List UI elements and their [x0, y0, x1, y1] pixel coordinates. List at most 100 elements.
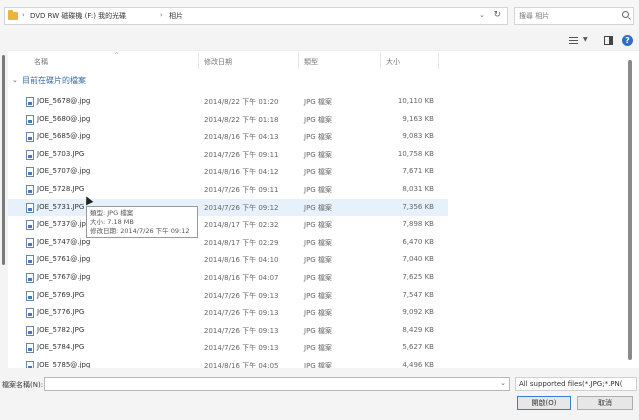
file-size: 7,898 KB [402, 220, 434, 229]
table-row[interactable]: JOE_5678@.jpg 2014/8/22 下午 01:20 JPG 檔案 10,… [8, 93, 448, 111]
tooltip-date: 修改日期: 2014/7/26 下午 09:12 [90, 227, 190, 235]
dialog-footer: 檔案名稱(N): ⌄ All supported files(*.JPG;*.P… [0, 370, 639, 420]
table-row[interactable]: JOE_5728.JPG 2014/7/26 下午 09:11 JPG 檔案 8,03… [8, 181, 448, 199]
image-file-icon [26, 185, 34, 195]
file-date: 2014/8/16 下午 04:13 [204, 133, 279, 142]
folder-icon [8, 10, 18, 20]
filename-label: 檔案名稱(N): [2, 381, 44, 389]
file-type: JPG 檔案 [304, 168, 332, 177]
file-name: JOE_5685@.jpg [37, 132, 91, 141]
file-name: JOE_5737@.jpg [37, 220, 91, 229]
column-date[interactable]: 修改日期 [204, 57, 232, 67]
file-tooltip: 類型: JPG 檔案 大小: 7.18 MB 修改日期: 2014/7/26 下… [86, 206, 198, 238]
file-name: JOE_5728.JPG [37, 185, 85, 193]
chevron-down-icon[interactable]: ⌄ [500, 379, 506, 387]
file-type: JPG 檔案 [304, 115, 332, 124]
sort-up-icon: ^ [114, 52, 120, 59]
table-row[interactable]: JOE_5785@.jpg 2014/8/16 下午 04:05 JPG 檔案 4,4… [8, 357, 448, 368]
file-size: 9,083 KB [402, 132, 434, 141]
column-type[interactable]: 類型 [304, 57, 318, 67]
column-divider[interactable] [198, 53, 199, 69]
open-button[interactable]: 開啟(O) [517, 396, 571, 410]
file-date: 2014/7/26 下午 09:13 [204, 326, 279, 335]
nav-scrollbar[interactable] [2, 55, 5, 265]
table-row[interactable]: JOE_5703.JPG 2014/7/26 下午 09:11 JPG 檔案 10,7… [8, 146, 448, 164]
file-name: JOE_5782.JPG [37, 325, 85, 334]
file-size: 10,758 KB [397, 149, 434, 158]
table-row[interactable]: JOE_5769.JPG 2014/7/26 下午 09:13 JPG 檔案 7,54… [8, 287, 448, 305]
column-divider[interactable] [438, 53, 439, 69]
table-row[interactable]: JOE_5782.JPG 2014/7/26 下午 09:13 JPG 檔案 8,42… [8, 322, 448, 340]
file-size: 7,040 KB [402, 255, 434, 264]
image-file-icon [26, 167, 34, 178]
group-header[interactable]: 目前在碟片的檔案 [22, 75, 86, 86]
file-type: JPG 檔案 [304, 274, 332, 282]
file-type: JPG 檔案 [304, 186, 332, 194]
file-name: JOE_5769.JPG [37, 290, 85, 299]
file-name: JOE_5680@.jpg [37, 114, 91, 123]
file-type: JPG 檔案 [304, 326, 332, 335]
table-row[interactable]: JOE_5737@.jpg 2014/8/17 下午 02:32 JPG 檔案 7,8… [8, 216, 448, 234]
file-type: JPG 檔案 [304, 362, 332, 368]
breadcrumb-drive[interactable]: DVD RW 磁碟機 (F:) 我的光碟 [30, 11, 126, 21]
filename-input[interactable] [45, 378, 485, 390]
chevron-down-icon[interactable]: ⌄ [12, 76, 18, 84]
file-date: 2014/8/16 下午 04:12 [204, 168, 279, 177]
filename-combobox[interactable]: ⌄ [44, 377, 510, 391]
file-size: 5,627 KB [402, 343, 434, 352]
table-row[interactable]: JOE_5776.JPG 2014/7/26 下午 09:13 JPG 檔案 9,09… [8, 304, 448, 322]
image-file-icon [26, 343, 34, 354]
column-divider[interactable] [380, 53, 381, 69]
image-file-icon [26, 361, 34, 368]
table-row[interactable]: JOE_5680@.jpg 2014/8/22 下午 01:18 JPG 檔案 9,1… [8, 111, 448, 129]
file-size: 10,110 KB [397, 97, 434, 105]
column-name[interactable]: 名稱 [34, 57, 48, 67]
table-row[interactable]: JOE_5761@.jpg 2014/8/16 下午 04:10 JPG 檔案 7,0… [8, 251, 448, 269]
file-type: JPG 檔案 [304, 344, 332, 353]
image-file-icon [26, 97, 34, 107]
preview-pane-icon[interactable] [604, 36, 613, 45]
table-row[interactable]: JOE_5685@.jpg 2014/8/16 下午 04:13 JPG 檔案 9,0… [8, 128, 448, 146]
file-size: 7,547 KB [402, 290, 434, 299]
file-name: JOE_5707@.jpg [37, 167, 91, 176]
table-row[interactable]: JOE_5707@.jpg 2014/8/16 下午 04:12 JPG 檔案 7,6… [8, 163, 448, 181]
chevron-down-icon[interactable]: ⌄ [479, 11, 485, 19]
file-name: JOE_5784.JPG [37, 343, 85, 352]
file-date: 2014/7/26 下午 09:11 [204, 186, 279, 194]
file-size: 7,356 KB [402, 202, 434, 211]
column-size[interactable]: 大小 [386, 57, 400, 67]
address-bar[interactable]: › DVD RW 磁碟機 (F:) 我的光碟 › 相片 ⌄ ↻ [4, 7, 508, 25]
table-row[interactable]: JOE_5731.JPG 2014/7/26 下午 09:12 JPG 檔案 7,35… [8, 198, 448, 217]
image-file-icon [26, 325, 34, 336]
table-row[interactable]: JOE_5747@.jpg 2014/8/17 下午 02:29 JPG 檔案 6,4… [8, 234, 448, 252]
file-name: JOE_5678@.jpg [37, 97, 91, 105]
view-list-icon[interactable] [569, 37, 578, 44]
table-row[interactable]: JOE_5784.JPG 2014/7/26 下午 09:13 JPG 檔案 5,62… [8, 339, 448, 357]
file-name: JOE_5703.JPG [37, 149, 85, 158]
search-input[interactable] [515, 8, 615, 24]
refresh-icon[interactable]: ↻ [493, 10, 501, 20]
column-divider[interactable] [298, 53, 299, 69]
tooltip-size: 大小: 7.18 MB [90, 218, 134, 226]
image-file-icon [26, 114, 34, 125]
cancel-button[interactable]: 取消 [577, 396, 633, 410]
file-type: JPG 檔案 [304, 256, 332, 265]
file-type-filter[interactable]: All supported files(*.JPG;*.PN( [515, 377, 637, 391]
image-file-icon [26, 202, 34, 213]
breadcrumb-folder[interactable]: 相片 [169, 11, 183, 21]
help-icon[interactable]: ? [622, 35, 633, 46]
file-date: 2014/8/16 下午 04:10 [204, 256, 279, 265]
image-file-icon [26, 149, 34, 160]
file-size: 7,671 KB [402, 167, 434, 176]
file-date: 2014/8/16 下午 04:07 [204, 274, 279, 282]
file-type: JPG 檔案 [304, 98, 332, 106]
file-name: JOE_5747@.jpg [37, 237, 91, 246]
table-row[interactable]: JOE_5767@.jpg 2014/8/16 下午 04:07 JPG 檔案 7,6… [8, 269, 448, 287]
image-file-icon [26, 308, 34, 319]
search-icon[interactable] [622, 11, 629, 18]
chevron-down-icon[interactable]: ▼ [583, 36, 588, 43]
file-date: 2014/7/26 下午 09:13 [204, 309, 279, 318]
file-size: 7,625 KB [402, 273, 434, 281]
file-list-scrollbar[interactable] [628, 60, 632, 360]
search-box[interactable] [514, 7, 634, 25]
